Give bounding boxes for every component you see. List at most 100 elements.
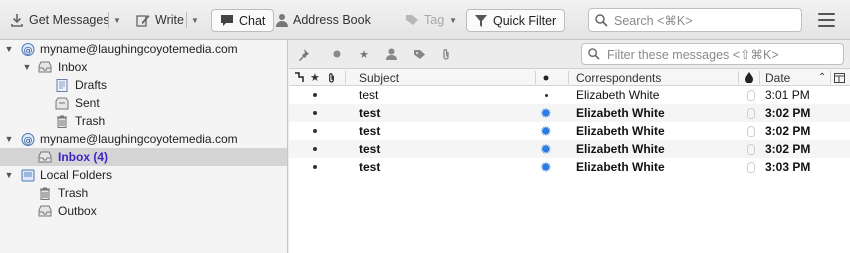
message-row[interactable]: test ✹ Elizabeth White 3:02 PM xyxy=(289,104,850,122)
unread-dot-icon[interactable] xyxy=(313,86,317,104)
tag-label: Tag xyxy=(424,13,445,27)
thread-column-icon[interactable] xyxy=(294,69,304,86)
account-name: myname@laughingcoyotemedia.com xyxy=(40,132,238,146)
account-name: myname@laughingcoyotemedia.com xyxy=(40,42,238,56)
attachment-column-icon[interactable] xyxy=(327,69,336,86)
unread-dot-icon[interactable] xyxy=(313,158,317,176)
get-messages-button[interactable]: Get Messages xyxy=(10,0,110,40)
new-message-star-icon[interactable]: ✹ xyxy=(540,140,552,158)
folder-inbox-selected[interactable]: Inbox (4) xyxy=(0,148,287,166)
search-icon xyxy=(588,48,600,60)
filter-messages-input[interactable]: Filter these messages <⇧⌘K> xyxy=(581,43,844,65)
unread-filter-icon[interactable] xyxy=(330,47,344,61)
outbox-tray-icon xyxy=(38,205,52,216)
search-input[interactable]: Search <⌘K> xyxy=(588,8,802,32)
message-row[interactable]: test ✹ Elizabeth White 3:03 PM xyxy=(289,158,850,176)
app-menu-button[interactable] xyxy=(818,13,835,27)
chat-button[interactable]: Chat xyxy=(211,9,275,32)
get-messages-dropdown[interactable]: ▼ xyxy=(113,0,121,40)
message-correspondent: Elizabeth White xyxy=(576,88,660,102)
folder-trash[interactable]: Trash xyxy=(0,112,287,130)
message-subject: test xyxy=(359,106,381,120)
tag-filter-icon[interactable] xyxy=(412,47,426,61)
folder-sent[interactable]: Sent xyxy=(0,94,287,112)
starred-filter-icon[interactable]: ★ xyxy=(357,47,371,61)
junk-status-icon[interactable] xyxy=(747,86,755,104)
expand-triangle-icon[interactable]: ▼ xyxy=(4,170,14,180)
search-placeholder: Search <⌘K> xyxy=(614,13,693,28)
svg-text:@: @ xyxy=(24,46,33,56)
chat-bubble-icon xyxy=(221,15,233,26)
tag-button[interactable]: Tag ▼ xyxy=(405,0,457,40)
quick-filter-button[interactable]: Quick Filter xyxy=(466,9,566,32)
correspondents-column-header[interactable]: Correspondents xyxy=(576,69,661,86)
junk-status-icon[interactable] xyxy=(747,122,755,140)
message-row[interactable]: test ✹ Elizabeth White 3:02 PM xyxy=(289,140,850,158)
tag-icon xyxy=(406,15,418,25)
message-correspondent: Elizabeth White xyxy=(576,124,665,138)
folder-drafts[interactable]: Drafts xyxy=(0,76,287,94)
pencil-icon xyxy=(136,15,150,27)
message-row[interactable]: test Elizabeth White 3:01 PM xyxy=(289,86,850,104)
message-date: 3:02 PM xyxy=(765,106,811,120)
folder-outbox[interactable]: Outbox xyxy=(0,202,287,220)
new-message-star-icon[interactable]: ✹ xyxy=(540,122,552,140)
unread-dot-icon[interactable] xyxy=(313,140,317,158)
expand-triangle-icon[interactable]: ▼ xyxy=(4,134,14,144)
column-picker-icon[interactable] xyxy=(834,69,845,86)
folder-label: Inbox (4) xyxy=(58,150,108,164)
junk-status-icon[interactable] xyxy=(747,140,755,158)
folder-label: Inbox xyxy=(58,60,88,74)
message-date: 3:02 PM xyxy=(765,142,811,156)
folder-label: Trash xyxy=(58,186,89,200)
expand-triangle-icon[interactable]: ▼ xyxy=(4,44,14,54)
new-message-star-icon[interactable]: ✹ xyxy=(540,104,552,122)
folder-account-2[interactable]: ▼ @ myname@laughingcoyotemedia.com xyxy=(0,130,287,148)
new-message-star-icon[interactable]: ✹ xyxy=(540,158,552,176)
contact-filter-icon[interactable] xyxy=(384,47,398,61)
star-column-icon[interactable]: ★ xyxy=(310,69,320,86)
unread-dot-icon[interactable] xyxy=(313,122,317,140)
folder-local-folders[interactable]: ▼ Local Folders xyxy=(0,166,287,184)
message-row[interactable]: test ✹ Elizabeth White 3:02 PM xyxy=(289,122,850,140)
write-button[interactable]: Write xyxy=(136,0,184,40)
date-column-header[interactable]: Date xyxy=(765,69,790,86)
folder-local-trash[interactable]: Trash xyxy=(0,184,287,202)
folder-pane: ▼ @ myname@laughingcoyotemedia.com ▼ Inb… xyxy=(0,40,288,253)
trash-can-icon xyxy=(57,115,67,128)
address-book-button[interactable]: Address Book xyxy=(276,0,371,40)
folder-label: Local Folders xyxy=(40,168,113,182)
email-account-icon: @ xyxy=(21,132,35,146)
address-book-label: Address Book xyxy=(293,13,371,27)
expand-triangle-icon[interactable]: ▼ xyxy=(22,62,32,72)
trash-can-icon xyxy=(40,187,50,200)
read-status-column-icon[interactable] xyxy=(543,69,549,86)
folder-account-1[interactable]: ▼ @ myname@laughingcoyotemedia.com xyxy=(0,40,287,58)
junk-column-icon[interactable] xyxy=(745,69,753,86)
message-correspondent: Elizabeth White xyxy=(576,160,665,174)
thread-column-header: ★ Subject Correspondents Date ⌃ xyxy=(289,69,850,86)
chat-label: Chat xyxy=(239,13,266,28)
folder-label: Drafts xyxy=(75,78,108,92)
message-subject: test xyxy=(359,160,381,174)
junk-status-icon[interactable] xyxy=(747,158,755,176)
folder-inbox[interactable]: ▼ Inbox xyxy=(0,58,287,76)
email-account-icon: @ xyxy=(21,42,35,56)
unread-dot-icon[interactable] xyxy=(313,104,317,122)
message-subject: test xyxy=(359,142,381,156)
hamburger-icon xyxy=(818,13,835,15)
pin-icon[interactable] xyxy=(296,47,310,61)
attachment-filter-icon[interactable] xyxy=(439,47,453,61)
write-dropdown[interactable]: ▼ xyxy=(191,0,199,40)
hamburger-icon-line xyxy=(818,25,835,27)
junk-status-icon[interactable] xyxy=(747,104,755,122)
subject-column-header[interactable]: Subject xyxy=(359,69,399,86)
chevron-down-icon: ▼ xyxy=(113,15,121,25)
main-toolbar: Get Messages ▼ Write ▼ Chat Address Book… xyxy=(0,0,850,40)
message-correspondent: Elizabeth White xyxy=(576,142,665,156)
inbox-tray-icon xyxy=(38,61,52,72)
sort-ascending-icon[interactable]: ⌃ xyxy=(818,69,826,86)
read-dot-icon[interactable] xyxy=(545,86,548,104)
column-divider xyxy=(738,71,739,84)
write-label: Write xyxy=(155,13,184,27)
